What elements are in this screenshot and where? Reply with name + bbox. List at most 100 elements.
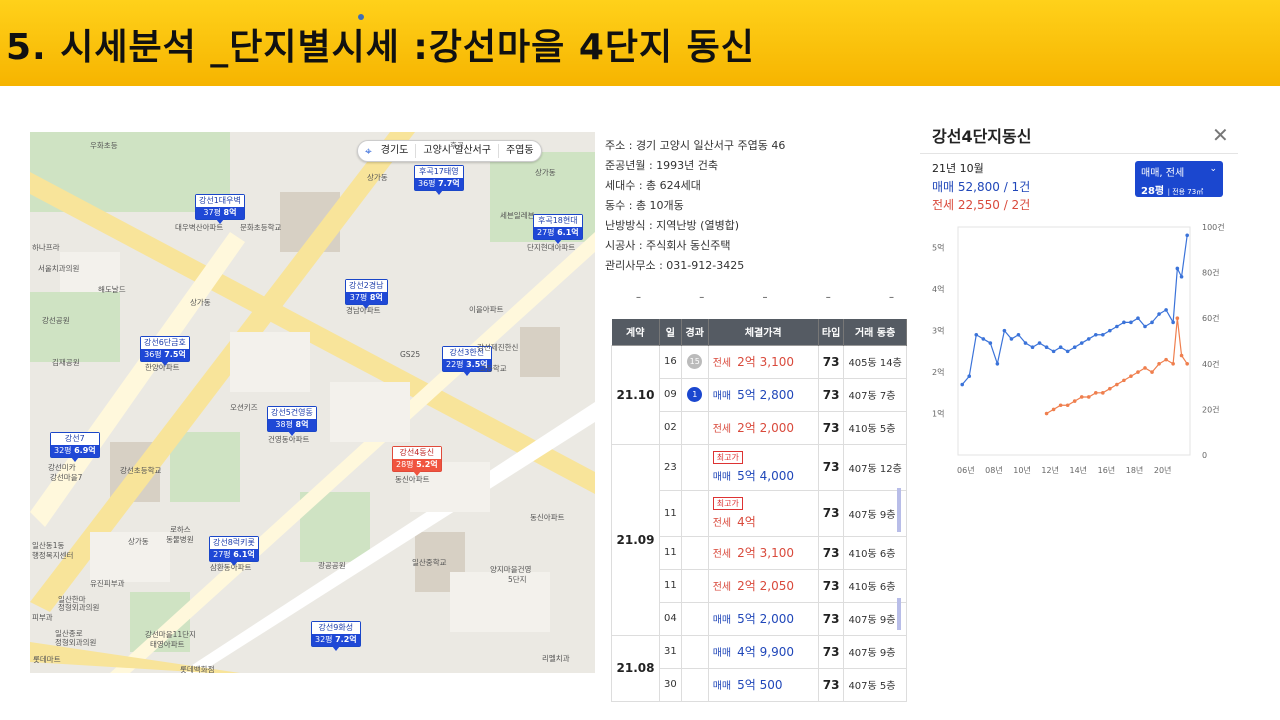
unit-type: 73 [817, 489, 845, 537]
price-trend-chart[interactable]: 1억 2억 3억 4억 5억 0 20건 40건 60건 80건 100건 06년 08년 10년 12년 1… [920, 215, 1238, 490]
dash: – [762, 292, 768, 303]
y-left-tick: 1억 [932, 409, 944, 419]
map-label: 문화초등학교 [240, 223, 282, 232]
unit-type: 73 [817, 535, 845, 570]
unit-type: 73 [817, 410, 845, 445]
map-marker[interactable]: 강선5건영동 38평 8억 [267, 406, 317, 436]
elapsed-cell [680, 535, 709, 570]
data-point [1185, 233, 1189, 238]
data-point [1129, 320, 1133, 325]
building-floor: 407동 12층 [843, 443, 907, 491]
map-marker[interactable]: 강선1대우벽 37평 8억 [195, 194, 245, 224]
x-tick: 20년 [1154, 465, 1172, 475]
table-row[interactable]: 21.09 23 최고가 매매 5억 4,000 73 407동 12층 [611, 443, 907, 636]
slide-title: 5. 시세분석 _단지별시세 :강선마을 4단지 동신 [6, 27, 755, 68]
info-builder: 시공사 : 주식회사 동신주택 [605, 239, 731, 252]
crosshair-icon[interactable]: ⌖ [358, 144, 374, 158]
record-high-badge: 최고가 [712, 496, 743, 510]
elapsed-cell: 1 [680, 377, 709, 412]
th-elapsed[interactable]: 경과 [681, 319, 709, 345]
loc-province[interactable]: 경기도 [374, 144, 417, 158]
dash: – [699, 292, 705, 303]
selector-deal-type: 매매, 전세 [1141, 168, 1185, 179]
data-point [981, 337, 986, 341]
y-left-tick: 5억 [932, 243, 944, 253]
map-label: 롯데백화점 [180, 665, 215, 673]
info-address: 주소 : 경기 고양시 일산서구 주엽동 46 [605, 139, 786, 152]
loc-dong[interactable]: 주엽동 [499, 144, 541, 158]
th-day[interactable]: 일 [659, 319, 682, 345]
contract-day: 31 [659, 634, 682, 669]
map-label: 강선마을7 [50, 473, 83, 482]
unit-type: 73 [817, 443, 845, 491]
deal-kind: 매매 [712, 681, 732, 692]
data-point [1164, 357, 1168, 362]
building-floor: 410동 6층 [843, 535, 907, 570]
data-point [1044, 345, 1049, 350]
selector-area: 28평 | 전용 73㎡ [1141, 186, 1204, 197]
elapsed-badge: 15 [687, 354, 703, 369]
data-point [1129, 374, 1133, 379]
map-marker[interactable]: 강선6단금호 36평 7.5억 [140, 336, 190, 366]
price-cell: 전세 2억 3,100 [707, 535, 819, 570]
map-view[interactable]: ⌖ 경기도 고양시 일산서구 주엽동 후곡17태영 36평 7.7억 강선1대우벽… [30, 132, 595, 673]
scroll-indicator[interactable] [897, 488, 901, 532]
data-point [1037, 341, 1042, 345]
price-cell: 최고가 매매 5억 4,000 [707, 443, 819, 491]
th-floor[interactable]: 거래 동층 [843, 319, 907, 345]
data-point [1122, 320, 1126, 325]
price-cell: 전세 2억 3,100 [707, 344, 819, 379]
data-point [995, 362, 1000, 366]
panel-month: 21년 10월 [932, 162, 984, 175]
data-point [1150, 370, 1154, 374]
deal-kind: 전세 [712, 358, 732, 369]
building-floor: 407동 7층 [843, 377, 907, 412]
table-row[interactable]: 21.10 16 15 전세 2억 3,100 73 405동 14층 [611, 344, 907, 445]
map-label: 후곡 [450, 141, 464, 150]
th-contract[interactable]: 계약 [611, 319, 660, 345]
map-marker[interactable]: 강선8럭키롯 27평 6.1억 [209, 536, 259, 566]
unit-type: 73 [817, 377, 845, 412]
contract-day: 11 [659, 489, 682, 537]
dash: – [889, 292, 894, 303]
y-right-tick: 0 [1202, 451, 1207, 460]
map-marker[interactable]: 후곡17태영 36평 7.7억 [414, 165, 464, 195]
scroll-indicator[interactable] [897, 598, 901, 630]
th-price[interactable]: 체결가격 [708, 319, 819, 345]
map-marker-selected[interactable]: 강선4동신 28평 5.2억 [392, 446, 442, 476]
map-label: 단지현대아파트 [527, 243, 576, 252]
map-label: 오션키즈 [230, 403, 258, 412]
map-label: 동신아파트 [395, 475, 430, 484]
data-point [1086, 395, 1091, 399]
map-label: 우화초등 [90, 141, 118, 150]
data-point [1143, 324, 1147, 329]
panel-sale-summary: 매매 52,800 / 1건 [932, 180, 1031, 194]
map-marker[interactable]: 후곡18현대 27평 6.1억 [533, 214, 583, 244]
contract-day: 23 [659, 443, 682, 491]
th-type[interactable]: 타입 [818, 319, 845, 345]
map-marker[interactable]: 강선9화성 32평 7.2억 [311, 621, 361, 651]
map-label: 김재공원 [52, 358, 80, 367]
data-point [1179, 353, 1184, 358]
price-chart-panel: 강선4단지동신 ✕ 21년 10월 매매 52,800 / 1건 전세 22,5… [920, 115, 1238, 495]
map-label: 하나프라 [32, 243, 60, 252]
data-point [1093, 332, 1098, 337]
unit-type: 73 [817, 634, 845, 669]
data-point [1079, 341, 1084, 345]
map-label: 건영동아파트 [268, 435, 310, 444]
plot-frame [957, 226, 1191, 456]
table-row[interactable]: 21.08 31 매매 4억 9,900 73 407동 9층 [611, 634, 907, 702]
building-floor: 405동 14층 [843, 344, 907, 379]
price-cell: 매매 4억 9,900 [707, 634, 819, 669]
map-marker[interactable]: 강선2경남 37평 8억 [345, 279, 388, 309]
contract-day: 11 [659, 568, 682, 603]
map-marker[interactable]: 강선7 32평 6.9억 [50, 432, 100, 462]
map-label: 태영아파트 [150, 640, 185, 649]
close-icon[interactable]: ✕ [1212, 123, 1229, 147]
deal-price: 2억 2,000 [737, 421, 794, 435]
complex-info: 주소 : 경기 고양시 일산서구 주엽동 46 준공년월 : 1993년 건축 … [605, 139, 785, 279]
y-right-tick: 20건 [1202, 404, 1220, 414]
data-point [1143, 366, 1147, 370]
type-area-selector[interactable]: 매매, 전세 ⌄ 28평 | 전용 73㎡ [1135, 161, 1223, 197]
data-point [1030, 345, 1035, 350]
